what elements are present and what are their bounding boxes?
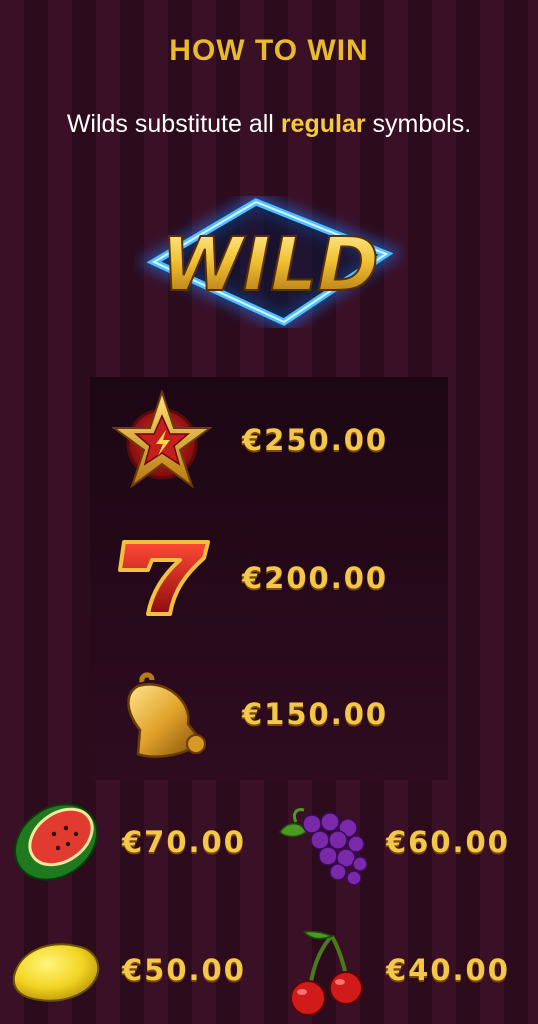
star-icon (112, 390, 212, 490)
paytable-row-seven: €200.00 (112, 528, 388, 628)
rule-text-highlight: regular (280, 110, 366, 138)
prize-cherries: €40.00 (386, 953, 510, 987)
prize-seven: €200.00 (242, 561, 389, 595)
prize-watermelon: €70.00 (122, 825, 246, 859)
paytable-row-bell: €150.00 (112, 664, 388, 764)
lemon-icon (6, 920, 106, 1020)
rule-text-start: Wilds substitute all (66, 110, 274, 138)
seven-icon (112, 528, 212, 628)
prize-lemon: €50.00 (122, 953, 246, 987)
paytable-row-lemon: €50.00 (6, 920, 246, 1020)
bell-icon (112, 664, 212, 764)
page-title: HOW TO WIN (169, 34, 369, 67)
wild-logo: WILD (134, 193, 406, 332)
cherries-icon (274, 920, 374, 1020)
paytable-row-cherries: €40.00 (274, 920, 510, 1020)
watermelon-icon (6, 792, 106, 892)
paytable-row-grapes: €60.00 (274, 792, 510, 892)
paytable-row-star: €250.00 (112, 390, 388, 490)
wild-text: WILD (161, 222, 379, 308)
prize-bell: €150.00 (242, 697, 389, 731)
grapes-icon (274, 792, 374, 892)
prize-star: €250.00 (242, 423, 389, 457)
prize-grapes: €60.00 (386, 825, 510, 859)
paytable-row-watermelon: €70.00 (6, 792, 246, 892)
rule-text-end: symbols. (372, 110, 472, 138)
wild-rule-text: Wilds substitute all regular symbols. (0, 110, 538, 139)
